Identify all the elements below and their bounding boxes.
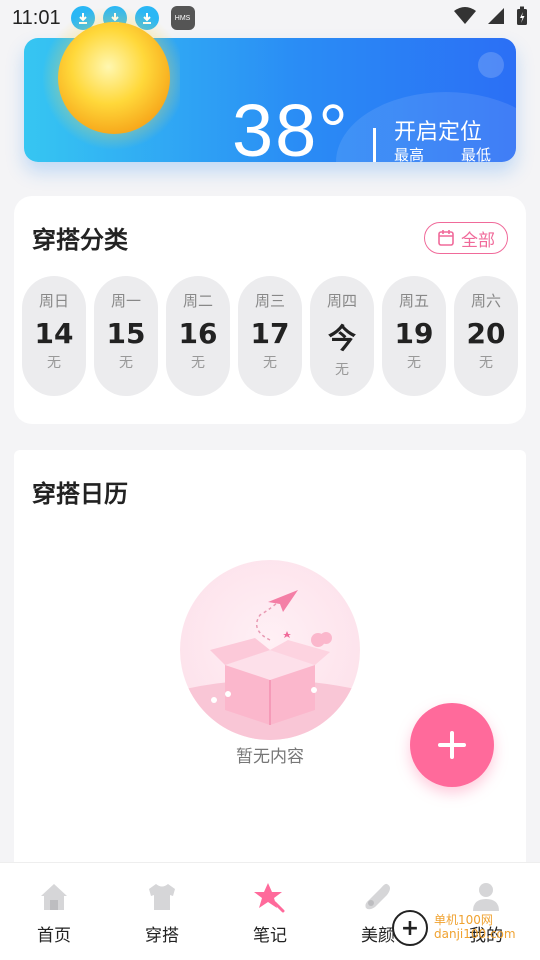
day-number: 20 (466, 317, 506, 350)
day-status: 无 (479, 355, 493, 371)
brush-icon (365, 883, 390, 910)
nav-item-home[interactable]: 首页 (4, 881, 104, 946)
day-status: 无 (47, 355, 61, 371)
day-status: 无 (191, 355, 205, 371)
home-icon (41, 884, 67, 910)
system-icons (454, 6, 528, 26)
shirt-icon (149, 884, 175, 910)
day-item-today[interactable]: 周四 今 无 (310, 276, 374, 396)
signal-icon (488, 8, 504, 24)
battery-icon (517, 6, 527, 25)
day-status: 无 (119, 355, 133, 371)
week-days: 周日 14 无 周一 15 无 周二 16 无 周三 17 无 周四 今 无 周… (22, 276, 518, 396)
section-title: 穿搭日历 (32, 480, 128, 508)
empty-box-illustration (180, 560, 360, 740)
day-number: 今 (327, 322, 356, 355)
nav-item-notes[interactable]: 笔记 (220, 881, 320, 946)
nav-label: 笔记 (253, 926, 287, 946)
watermark: + 单机100网 danji100.com (392, 910, 516, 946)
high-temperature: 最高38° (394, 146, 425, 162)
user-icon (473, 883, 499, 911)
day-week: 周日 (38, 292, 69, 310)
day-status: 无 (335, 362, 349, 378)
day-number: 17 (250, 317, 290, 350)
watermark-logo-icon: + (392, 910, 428, 946)
calendar-icon (438, 230, 454, 246)
watermark-line1: 单机100网 (434, 913, 493, 928)
day-week: 周一 (110, 292, 141, 310)
outfit-category-card: 穿搭分类 全部 周日 14 无 周一 15 无 周二 16 无 周三 17 无 … (14, 196, 526, 424)
day-number: 16 (178, 317, 218, 350)
nav-label: 穿搭 (145, 926, 179, 946)
day-item[interactable]: 周五 19 无 (382, 276, 446, 396)
watermark-text: 单机100网 danji100.com (434, 913, 516, 942)
sun-icon (42, 8, 180, 150)
day-number: 14 (34, 317, 74, 350)
enable-location-button[interactable]: 开启定位 (394, 114, 482, 146)
day-item[interactable]: 周日 14 无 (22, 276, 86, 396)
day-week: 周五 (398, 292, 429, 310)
all-button[interactable]: 全部 (424, 222, 508, 254)
watermark-line2: danji100.com (434, 927, 516, 941)
day-status: 无 (407, 355, 421, 371)
all-button-label: 全部 (461, 230, 495, 251)
day-week: 周六 (470, 292, 501, 310)
outfit-calendar-card: 穿搭日历 暂无内容 (14, 450, 526, 890)
day-week: 周二 (182, 292, 213, 310)
day-item[interactable]: 周六 20 无 (454, 276, 518, 396)
wifi-icon (454, 7, 476, 24)
day-number: 15 (106, 317, 146, 350)
current-temperature: 38° (232, 89, 350, 163)
plus-icon (438, 731, 466, 759)
day-number: 19 (394, 317, 434, 350)
day-item[interactable]: 周三 17 无 (238, 276, 302, 396)
decor-bubble (478, 52, 504, 78)
day-item[interactable]: 周二 16 无 (166, 276, 230, 396)
nav-label: 美颜 (361, 926, 395, 946)
divider (373, 128, 376, 162)
section-title: 穿搭分类 (32, 226, 128, 254)
day-week: 周三 (254, 292, 285, 310)
low-temperature: 最低35° (461, 146, 492, 162)
temperature-range: 最高38° 最低35° (394, 144, 516, 162)
star-icon (254, 883, 285, 913)
nav-item-outfit[interactable]: 穿搭 (112, 881, 212, 946)
day-week: 周四 (326, 292, 357, 310)
nav-label: 首页 (37, 926, 71, 946)
add-outfit-button[interactable] (410, 703, 494, 787)
day-status: 无 (263, 355, 277, 371)
day-item[interactable]: 周一 15 无 (94, 276, 158, 396)
